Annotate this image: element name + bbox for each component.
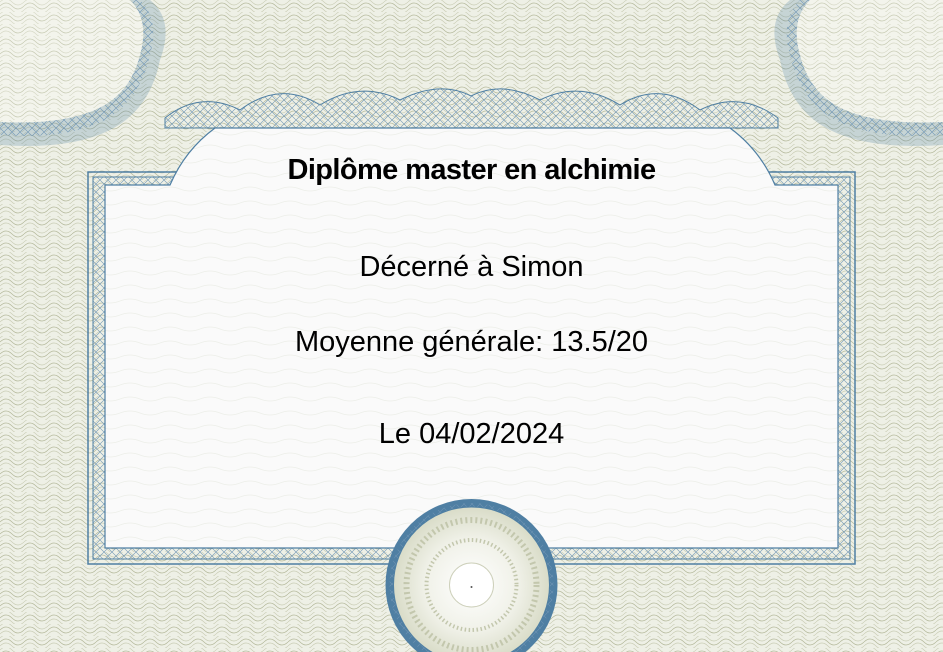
certificate-title: Diplôme master en alchimie xyxy=(287,154,657,186)
date-line: Le 04/02/2024 xyxy=(378,418,565,450)
grade-line: Moyenne générale: 13.5/20 xyxy=(294,326,649,358)
recipient-line: Décerné à Simon xyxy=(359,251,584,283)
